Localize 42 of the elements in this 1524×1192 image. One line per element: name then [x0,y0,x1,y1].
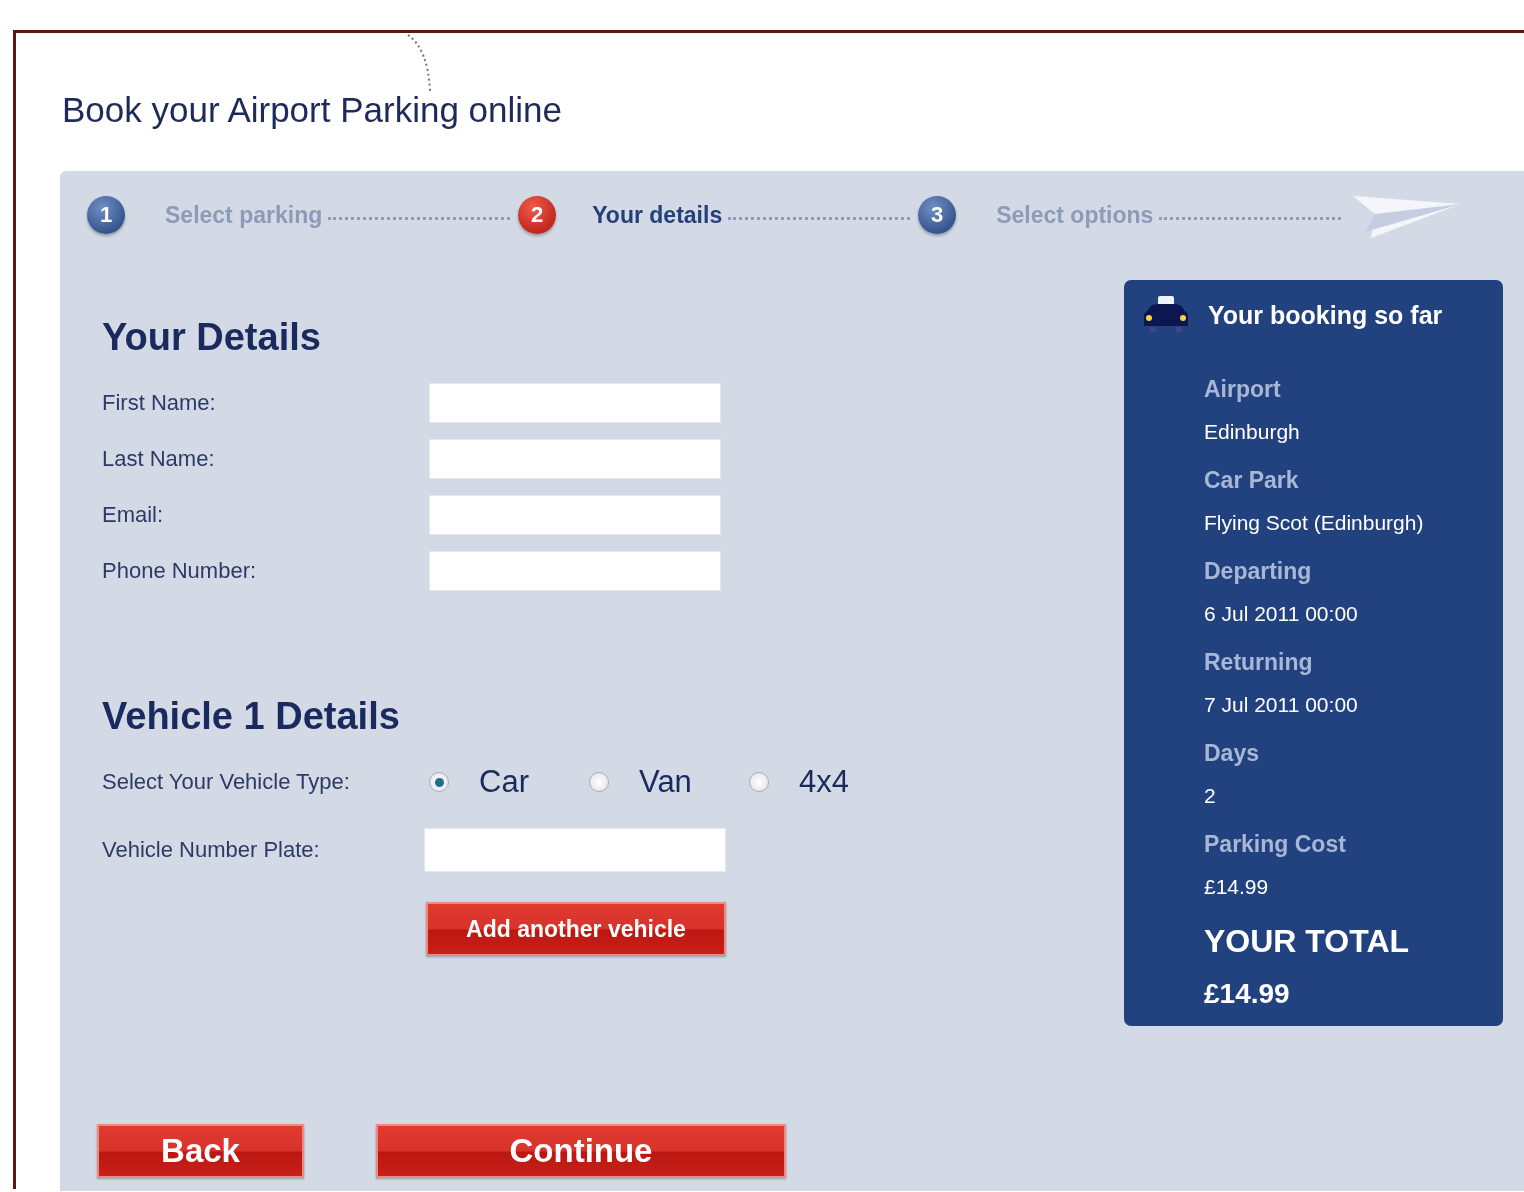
radio-button[interactable] [589,772,609,792]
summary-value: 6 Jul 2011 00:00 [1204,601,1359,627]
input-field[interactable] [429,439,721,479]
summary-title: Your booking so far [1208,300,1443,330]
summary-label: Airport [1204,375,1282,404]
field-label: Select Your Vehicle Type: [102,769,351,795]
section-heading: Vehicle 1 Details [102,694,401,738]
input-field[interactable] [424,828,726,872]
total-value: £14.99 [1204,977,1291,1011]
radio-label: Van [639,764,689,800]
summary-label: Returning [1204,648,1314,677]
field-label: Last Name: [102,446,216,472]
field-label: Vehicle Number Plate: [102,837,321,863]
add-vehicle-button[interactable]: Add another vehicle [426,902,726,956]
radio-button[interactable] [749,772,769,792]
radio-label: 4x4 [799,764,849,800]
continue-button[interactable]: Continue [376,1124,786,1178]
summary-label: Departing [1204,557,1313,586]
step-number: 3 [918,196,957,234]
radio-label: Car [479,764,529,800]
step-number: 1 [87,196,125,234]
back-button[interactable]: Back [97,1124,304,1178]
field-label: Phone Number: [102,558,258,584]
radio-button[interactable] [429,772,449,792]
input-field[interactable] [429,551,721,591]
section-heading: Your Details [102,315,322,359]
field-label: First Name: [102,390,217,416]
input-field[interactable] [429,495,721,535]
page-title: Book your Airport Parking online [62,89,562,131]
summary-label: Days [1204,739,1260,768]
step-number: 2 [518,196,557,234]
summary-value: Edinburgh [1204,419,1301,445]
summary-value: £14.99 [1204,874,1270,900]
step-label[interactable]: Your details [592,201,723,229]
summary-label: Parking Cost [1204,830,1347,859]
summary-value: 7 Jul 2011 00:00 [1204,692,1359,718]
total-label: YOUR TOTAL [1204,922,1411,961]
field-label: Email: [102,502,165,528]
summary-label: Car Park [1204,466,1300,495]
input-field[interactable] [429,383,721,423]
summary-value: 2 [1204,783,1217,809]
summary-value: Flying Scot (Edinburgh) [1204,510,1425,536]
